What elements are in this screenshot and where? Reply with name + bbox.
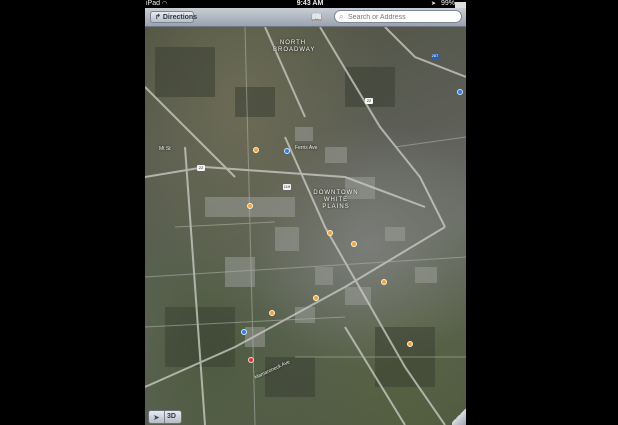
- poi-pin[interactable]: [247, 203, 253, 209]
- map-controls: ➤ 3D: [148, 410, 182, 424]
- poi-pin[interactable]: [351, 241, 357, 247]
- turn-arrow-icon: ↱: [155, 14, 161, 21]
- letterbox-right: [466, 0, 618, 425]
- street-label: Ferris Ave: [295, 145, 318, 151]
- route-shield: 287: [431, 53, 439, 59]
- maps-toolbar: ↱ Directions 📖 ⌕: [145, 8, 466, 27]
- poi-pin[interactable]: [407, 341, 413, 347]
- poi-pin[interactable]: [241, 329, 247, 335]
- poi-pin[interactable]: [313, 295, 319, 301]
- poi-pin[interactable]: [248, 357, 254, 363]
- page-curl-button[interactable]: [452, 406, 466, 425]
- search-input[interactable]: [348, 12, 458, 22]
- search-icon: ⌕: [339, 12, 344, 21]
- poi-pin[interactable]: [457, 89, 463, 95]
- map-imagery: [145, 27, 466, 425]
- 3d-button[interactable]: 3D: [167, 411, 176, 423]
- wifi-icon: ◠: [162, 1, 168, 7]
- directions-label: Directions: [162, 14, 198, 21]
- poi-pin[interactable]: [284, 148, 290, 154]
- letterbox-left: [0, 0, 145, 425]
- route-shield: 119: [283, 184, 291, 190]
- poi-pin[interactable]: [269, 310, 275, 316]
- street-label: Mt St: [159, 146, 171, 152]
- poi-pin[interactable]: [327, 230, 333, 236]
- search-field[interactable]: ⌕: [334, 10, 462, 23]
- battery-percent: 99%: [441, 0, 456, 7]
- divider: [164, 411, 165, 423]
- status-bar: iPad ◠ 9:43 AM ➤ 99%: [0, 0, 618, 8]
- carrier-label: iPad: [146, 0, 161, 7]
- clock: 9:43 AM: [296, 0, 324, 7]
- book-icon[interactable]: 📖: [311, 11, 323, 23]
- poi-pin[interactable]: [253, 147, 259, 153]
- poi-pin[interactable]: [381, 279, 387, 285]
- satellite-map[interactable]: NORTH BROADWAY DOWNTOWN WHITE PLAINS Mt St …: [145, 27, 466, 425]
- directions-button[interactable]: ↱ Directions: [150, 11, 198, 23]
- neighborhood-label-north-broadway: NORTH BROADWAY: [273, 40, 316, 53]
- neighborhood-label-downtown: DOWNTOWN WHITE PLAINS: [313, 190, 359, 210]
- route-shield: 22: [365, 98, 373, 104]
- location-arrow-icon[interactable]: ➤: [153, 412, 160, 423]
- route-shield: 22: [197, 165, 205, 171]
- location-arrow-icon: ➤: [431, 1, 437, 7]
